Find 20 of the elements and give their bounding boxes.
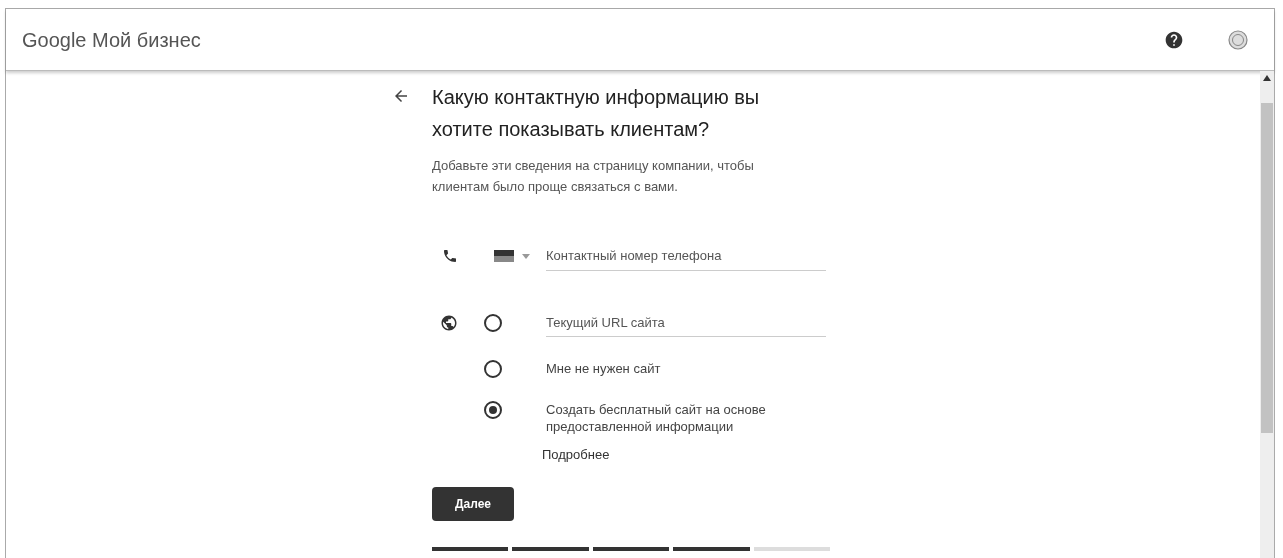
radio-option-label[interactable]: Создать бесплатный сайт на основе предоставленной информации: [546, 396, 831, 435]
account-avatar-icon[interactable]: [1228, 29, 1248, 50]
phone-icon: [442, 248, 458, 264]
scroll-up-arrow-icon[interactable]: [1263, 75, 1271, 81]
learn-more-link[interactable]: Подробнее: [542, 445, 842, 465]
dropdown-caret-icon: [522, 253, 530, 259]
country-flag-dropdown[interactable]: [494, 250, 530, 262]
radio-button[interactable]: [484, 314, 502, 332]
phone-input-field[interactable]: Контактный номер телефона: [546, 241, 826, 271]
radio-button[interactable]: [484, 401, 502, 419]
radio-button[interactable]: [484, 360, 502, 378]
website-url-field[interactable]: Текущий URL сайта: [546, 309, 826, 337]
help-icon[interactable]: [1164, 29, 1184, 50]
scrollbar[interactable]: [1260, 71, 1274, 558]
app-logo[interactable]: Google Мой бизнес: [22, 24, 201, 55]
page-subtitle: Добавьте эти сведения на страницу компании, чтобы клиентам было проще связаться с вами.: [432, 157, 755, 196]
next-button[interactable]: Далее: [432, 486, 514, 521]
radio-option-label[interactable]: Мне не нужен сайт: [546, 355, 831, 377]
page-title: Какую контактную информацию вы хотите показывать клиентам?: [432, 85, 761, 142]
globe-icon: [440, 314, 458, 332]
